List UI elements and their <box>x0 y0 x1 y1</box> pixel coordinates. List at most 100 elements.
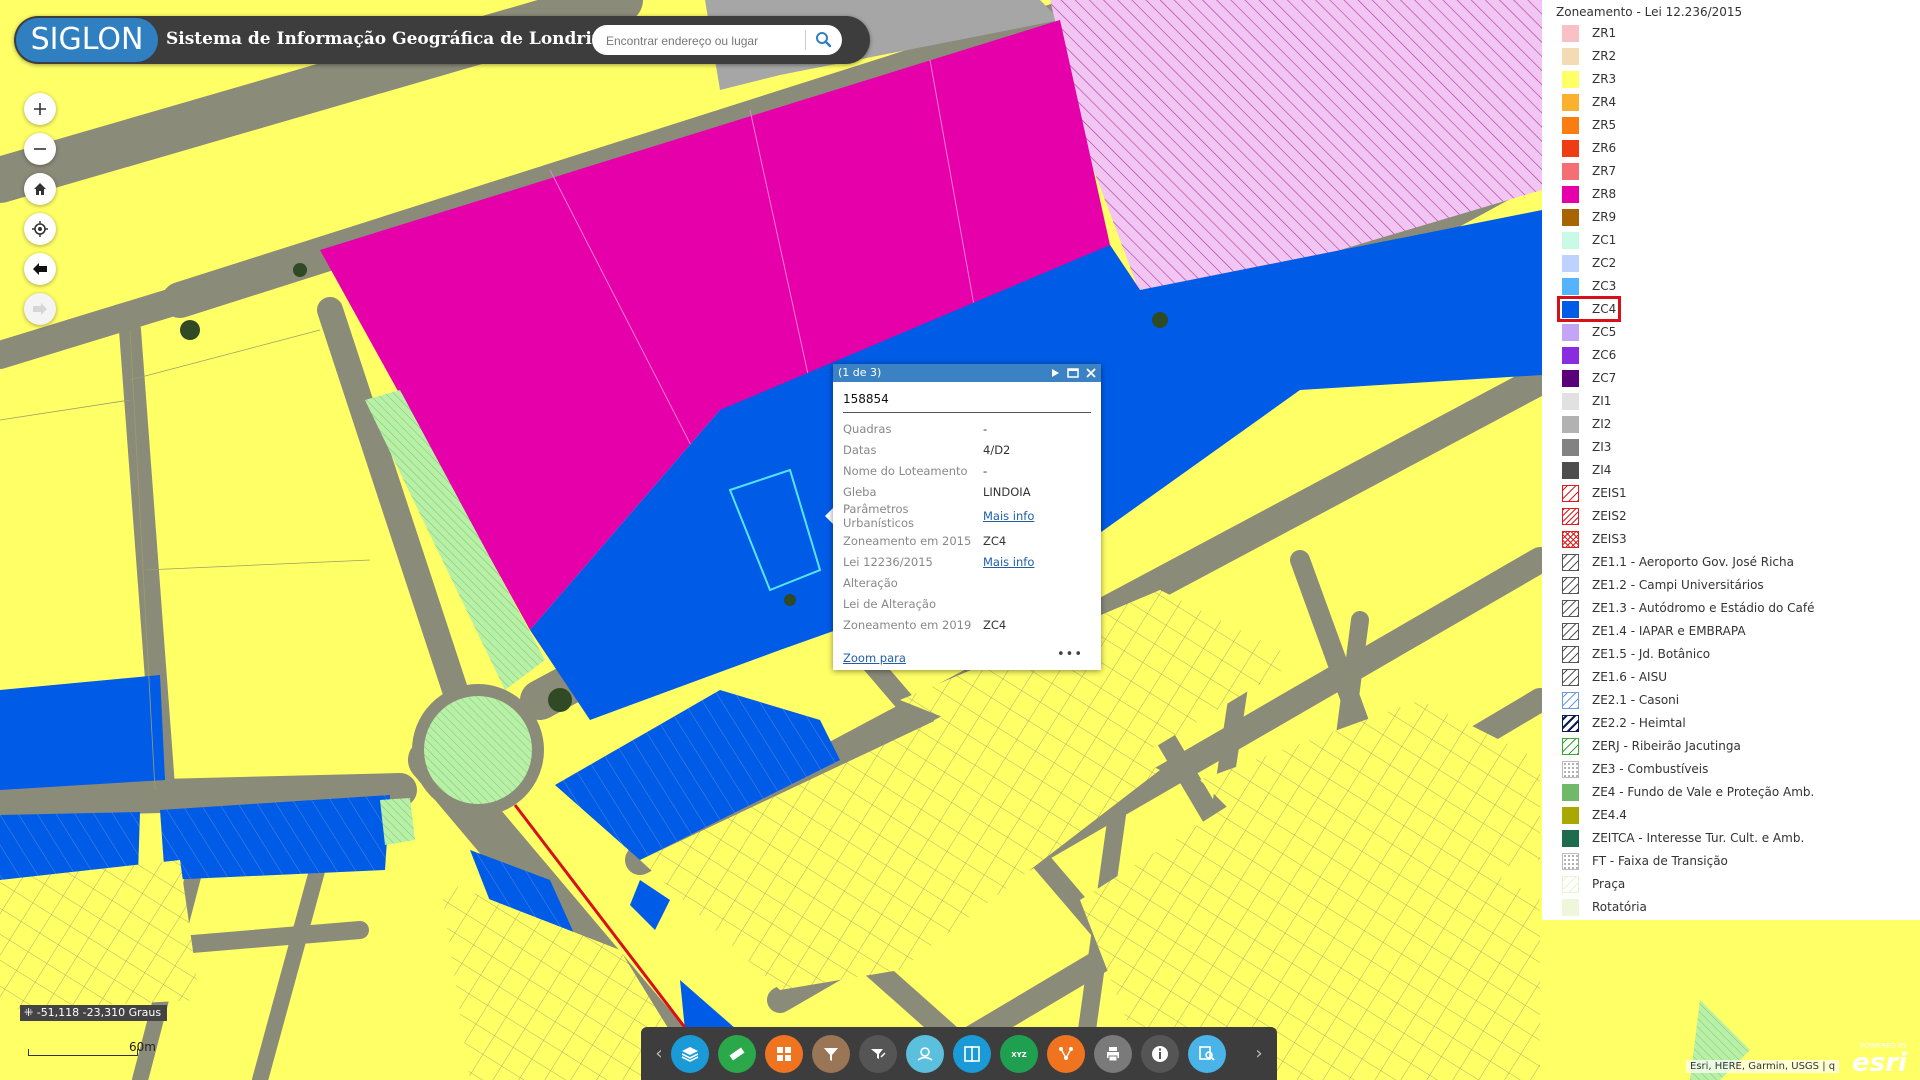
basemap-gallery-icon <box>777 1047 791 1061</box>
legend-swatch <box>1562 324 1579 341</box>
coordinates-button[interactable]: XYZ <box>1000 1035 1038 1073</box>
measure-button[interactable] <box>718 1035 756 1073</box>
attribute-key: Zoneamento em 2019 <box>843 617 972 632</box>
legend-label: ZR1 <box>1592 26 1617 40</box>
legend-label: ZC1 <box>1592 233 1617 247</box>
legend-swatch <box>1562 669 1579 686</box>
legend-label: ZR4 <box>1592 95 1617 109</box>
share-button[interactable] <box>1047 1035 1085 1073</box>
legend-label: ZR8 <box>1592 187 1617 201</box>
legend-label: ZC6 <box>1592 348 1617 362</box>
legend-label: ZE1.5 - Jd. Botânico <box>1592 647 1711 661</box>
attribute-key: Nome do Loteamento <box>843 463 968 478</box>
legend-swatch <box>1562 393 1579 410</box>
arrow-left-icon <box>33 263 47 275</box>
legend-swatch <box>1562 439 1579 456</box>
svg-text:XYZ: XYZ <box>1011 1051 1027 1059</box>
legend-swatch <box>1562 715 1579 732</box>
legend-swatch <box>1562 25 1579 42</box>
about-icon <box>1152 1046 1168 1062</box>
measure-icon <box>729 1047 745 1061</box>
legend-swatch <box>1562 278 1579 295</box>
home-button[interactable] <box>24 173 56 205</box>
attribute-value <box>983 593 1034 614</box>
ellipsis-icon[interactable]: ••• <box>1057 647 1083 662</box>
legend-label: ZR5 <box>1592 118 1617 132</box>
attribute-key: Lei de Alteração <box>843 596 936 611</box>
esri-logo[interactable]: POWERED BY esri <box>1852 1042 1907 1076</box>
back-extent-button[interactable] <box>24 253 56 285</box>
basemap-gallery-button[interactable] <box>765 1035 803 1073</box>
legend-swatch <box>1562 255 1579 272</box>
legend-swatch <box>1562 163 1579 180</box>
search-button[interactable] <box>810 28 836 52</box>
filter-button[interactable] <box>812 1035 850 1073</box>
next-feature-button[interactable] <box>1048 366 1062 380</box>
attribute-value: - <box>983 421 988 436</box>
attribute-value <box>983 572 1034 593</box>
about-button[interactable] <box>1141 1035 1179 1073</box>
attribute-row: Parâmetros Urbanísticos Mais info <box>843 502 1034 530</box>
play-icon <box>1052 369 1059 377</box>
print-icon <box>1107 1047 1119 1062</box>
legend-label: ZC3 <box>1592 279 1617 293</box>
feature-popup: (1 de 3) 158854 Quadras - Datas 4/D2 Nome do… <box>833 364 1101 670</box>
siglon-logo[interactable]: SIGLON <box>16 18 158 62</box>
legend-swatch <box>1562 485 1579 502</box>
crosshair-icon <box>32 221 48 237</box>
attribute-key: Gleba <box>843 484 877 499</box>
legend-label: ZI2 <box>1592 417 1612 431</box>
legend-label: ZE1.6 - AISU <box>1592 670 1667 684</box>
cgi-tool-button[interactable] <box>906 1035 944 1073</box>
attribute-key: Zoneamento em 2015 <box>843 533 972 548</box>
zoom-to-link[interactable]: Zoom para <box>843 651 906 665</box>
attribute-value: 4/D2 <box>983 442 1011 457</box>
legend-swatch <box>1562 577 1579 594</box>
identify-icon <box>1199 1046 1215 1061</box>
legend-label: ZERJ - Ribeirão Jacutinga <box>1592 739 1741 753</box>
attribute-row: Nome do Loteamento - <box>843 460 1034 481</box>
zoom-in-button[interactable] <box>24 93 56 125</box>
legend-label: ZE3 - Combustíveis <box>1592 762 1709 776</box>
swipe-button[interactable] <box>953 1035 991 1073</box>
scale-label: 60m <box>129 1040 156 1054</box>
legend-swatch <box>1562 876 1579 893</box>
more-info-link[interactable]: Mais info <box>983 555 1034 569</box>
esri-wordmark: esri <box>1852 1048 1907 1078</box>
legend-swatch <box>1562 186 1579 203</box>
coordinate-text: -51,118 -23,310 Graus <box>36 1006 162 1019</box>
legend-swatch <box>1562 784 1579 801</box>
coordinates-icon: XYZ <box>1011 1051 1027 1059</box>
scale-bar-line <box>28 1049 138 1056</box>
legend-swatch <box>1562 140 1579 157</box>
legend-label: Praça <box>1592 877 1626 891</box>
attribute-key: Alteração <box>843 575 898 590</box>
legend-swatch <box>1562 462 1579 479</box>
swipe-icon <box>964 1046 980 1062</box>
search-icon <box>816 32 832 48</box>
attribute-value: ZC4 <box>983 617 1007 632</box>
popup-divider <box>843 412 1091 413</box>
toolbar-prev-button[interactable]: ‹ <box>649 1037 669 1071</box>
query-button[interactable] <box>859 1035 897 1073</box>
search-input[interactable] <box>604 30 808 52</box>
more-info-link[interactable]: Mais info <box>983 509 1034 523</box>
toolbar-next-button[interactable]: › <box>1249 1037 1269 1071</box>
legend-swatch <box>1562 899 1579 916</box>
legend-swatch <box>1562 623 1579 640</box>
legend-label: ZR9 <box>1592 210 1617 224</box>
print-button[interactable] <box>1094 1035 1132 1073</box>
forward-extent-button[interactable] <box>24 293 56 325</box>
locate-button[interactable] <box>24 213 56 245</box>
minus-icon <box>34 148 46 150</box>
cgi-tool-icon <box>917 1047 933 1061</box>
legend-swatch <box>1562 347 1579 364</box>
legend-label: ZE1.1 - Aeroporto Gov. José Richa <box>1592 555 1794 569</box>
zoom-out-button[interactable] <box>24 133 56 165</box>
layers-button[interactable] <box>671 1035 709 1073</box>
coordinate-readout[interactable]: ⁜ -51,118 -23,310 Graus <box>20 1005 168 1021</box>
identify-button[interactable] <box>1188 1035 1226 1073</box>
maximize-button[interactable] <box>1066 366 1080 380</box>
close-popup-button[interactable] <box>1084 366 1098 380</box>
legend-label: ZEITCA - Interesse Tur. Cult. e Amb. <box>1592 831 1805 845</box>
